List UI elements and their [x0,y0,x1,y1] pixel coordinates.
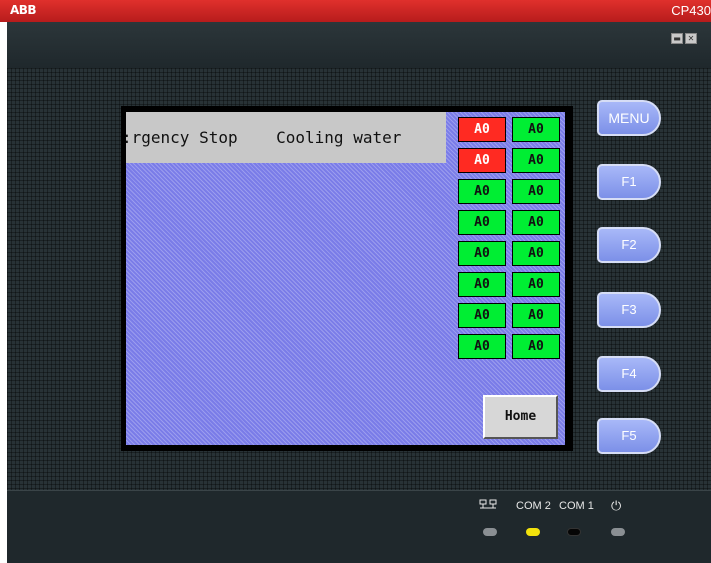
alarm-indicator: A0 [512,241,560,266]
alarm-indicator: A0 [458,241,506,266]
alarm-indicator: A0 [458,303,506,328]
network-led [483,528,497,536]
alarm-indicator: A0 [512,303,560,328]
alarm-indicator: A0 [458,117,506,142]
alarm-indicator: A0 [512,272,560,297]
close-icon[interactable]: ✕ [685,33,697,44]
com2-led [526,528,540,536]
device-bottom-band [7,490,711,563]
title-bar: ABB CP430 [0,0,711,22]
alarm-indicator: A0 [512,117,560,142]
screen-frame: :rgency Stop Cooling water A0 A0 A0 A0 A0 A0 A… [121,106,573,451]
device-bezel: :rgency Stop Cooling water A0 A0 A0 A0 A0 A0 A… [7,68,711,490]
alarm-banner-text: :rgency Stop Cooling water [126,128,402,147]
minimize-icon[interactable]: ▬ [671,33,683,44]
alarm-indicator: A0 [458,179,506,204]
menu-button[interactable]: MENU [597,100,661,136]
alarm-indicator: A0 [512,179,560,204]
alarm-indicator: A0 [512,334,560,359]
alarm-indicator: A0 [458,148,506,173]
f1-button[interactable]: F1 [597,164,661,200]
alarm-indicator: A0 [512,148,560,173]
f3-button[interactable]: F3 [597,292,661,328]
network-icon [479,499,497,514]
alarm-indicator: A0 [458,272,506,297]
alarm-indicator: A0 [458,210,506,235]
f5-button[interactable]: F5 [597,418,661,454]
power-icon: ⏻ [611,498,622,513]
f2-button[interactable]: F2 [597,227,661,263]
power-led [611,528,625,536]
f4-button[interactable]: F4 [597,356,661,392]
alarm-indicator: A0 [458,334,506,359]
com1-led [567,528,581,536]
com2-label: COM 2 [516,500,551,512]
alarm-banner: :rgency Stop Cooling water [126,112,446,163]
alarm-indicator: A0 [512,210,560,235]
device-top-band: ▬ ✕ [7,22,711,68]
home-button[interactable]: Home [483,395,558,439]
model-name: CP430 [671,3,711,18]
com1-label: COM 1 [559,500,594,512]
brand-logo: ABB [10,3,37,17]
hmi-device: ▬ ✕ :rgency Stop Cooling water A0 A0 A0 A0 A… [7,22,711,563]
hmi-screen[interactable]: :rgency Stop Cooling water A0 A0 A0 A0 A0 A0 A… [126,112,565,445]
